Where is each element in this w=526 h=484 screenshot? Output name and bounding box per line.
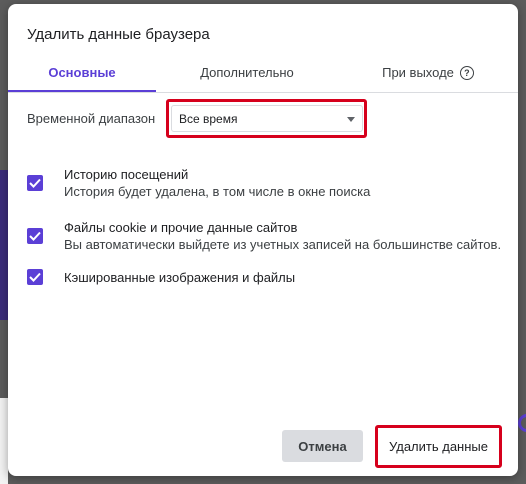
time-range-select[interactable]: Все время	[171, 105, 363, 132]
background-page-strip	[0, 170, 8, 320]
tab-on-exit[interactable]: При выходе ?	[338, 54, 518, 91]
tab-label: Основные	[48, 65, 116, 80]
clear-browsing-data-dialog: Удалить данные браузера Основные Дополни…	[8, 4, 518, 476]
tab-label: При выходе	[382, 65, 454, 80]
option-description: Вы автоматически выйдете из учетных запи…	[64, 237, 502, 252]
background-page-icon	[518, 414, 526, 432]
dialog-title: Удалить данные браузера	[27, 26, 210, 43]
active-tab-indicator	[8, 90, 156, 92]
time-range-label: Временной диапазон	[27, 111, 156, 126]
check-icon	[29, 178, 41, 188]
option-title: Файлы cookie и прочие данные сайтов	[64, 220, 298, 235]
tab-bar: Основные Дополнительно При выходе ?	[8, 54, 518, 93]
delete-data-button[interactable]: Удалить данные	[380, 430, 497, 462]
tab-advanced[interactable]: Дополнительно	[156, 54, 338, 91]
background-page-strip	[0, 398, 8, 484]
chevron-down-icon	[347, 117, 355, 122]
cache-checkbox[interactable]	[27, 269, 43, 285]
time-range-value: Все время	[179, 111, 238, 126]
history-checkbox[interactable]	[27, 175, 43, 191]
option-title: Кэшированные изображения и файлы	[64, 270, 296, 285]
cookies-checkbox[interactable]	[27, 228, 43, 244]
tab-label: Дополнительно	[200, 65, 294, 80]
check-icon	[29, 231, 41, 241]
option-description: История будет удалена, в том числе в окн…	[64, 184, 371, 199]
tab-basic[interactable]: Основные	[8, 54, 156, 92]
help-icon[interactable]: ?	[459, 65, 474, 80]
cancel-button[interactable]: Отмена	[282, 430, 363, 462]
option-title: Историю посещений	[64, 167, 189, 182]
check-icon	[29, 272, 41, 282]
